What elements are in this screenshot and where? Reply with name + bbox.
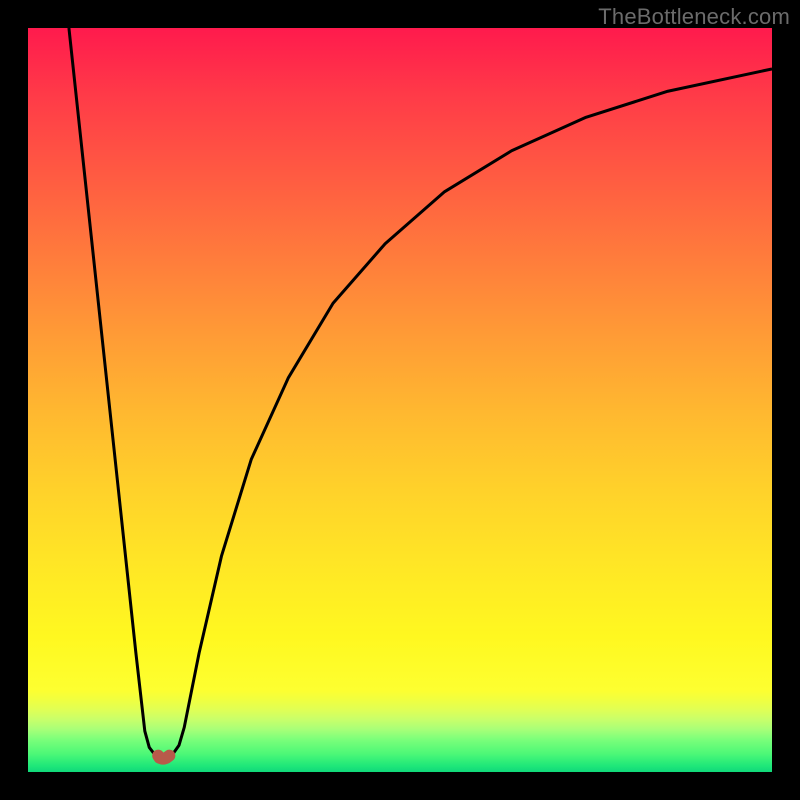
plot-area	[28, 28, 772, 772]
watermark-text: TheBottleneck.com	[598, 4, 790, 30]
curve-left-branch	[69, 28, 158, 756]
curve-layer	[28, 28, 772, 772]
chart-frame: TheBottleneck.com	[0, 0, 800, 800]
curve-bottom-connector	[158, 756, 169, 759]
curve-right-branch	[169, 69, 772, 756]
